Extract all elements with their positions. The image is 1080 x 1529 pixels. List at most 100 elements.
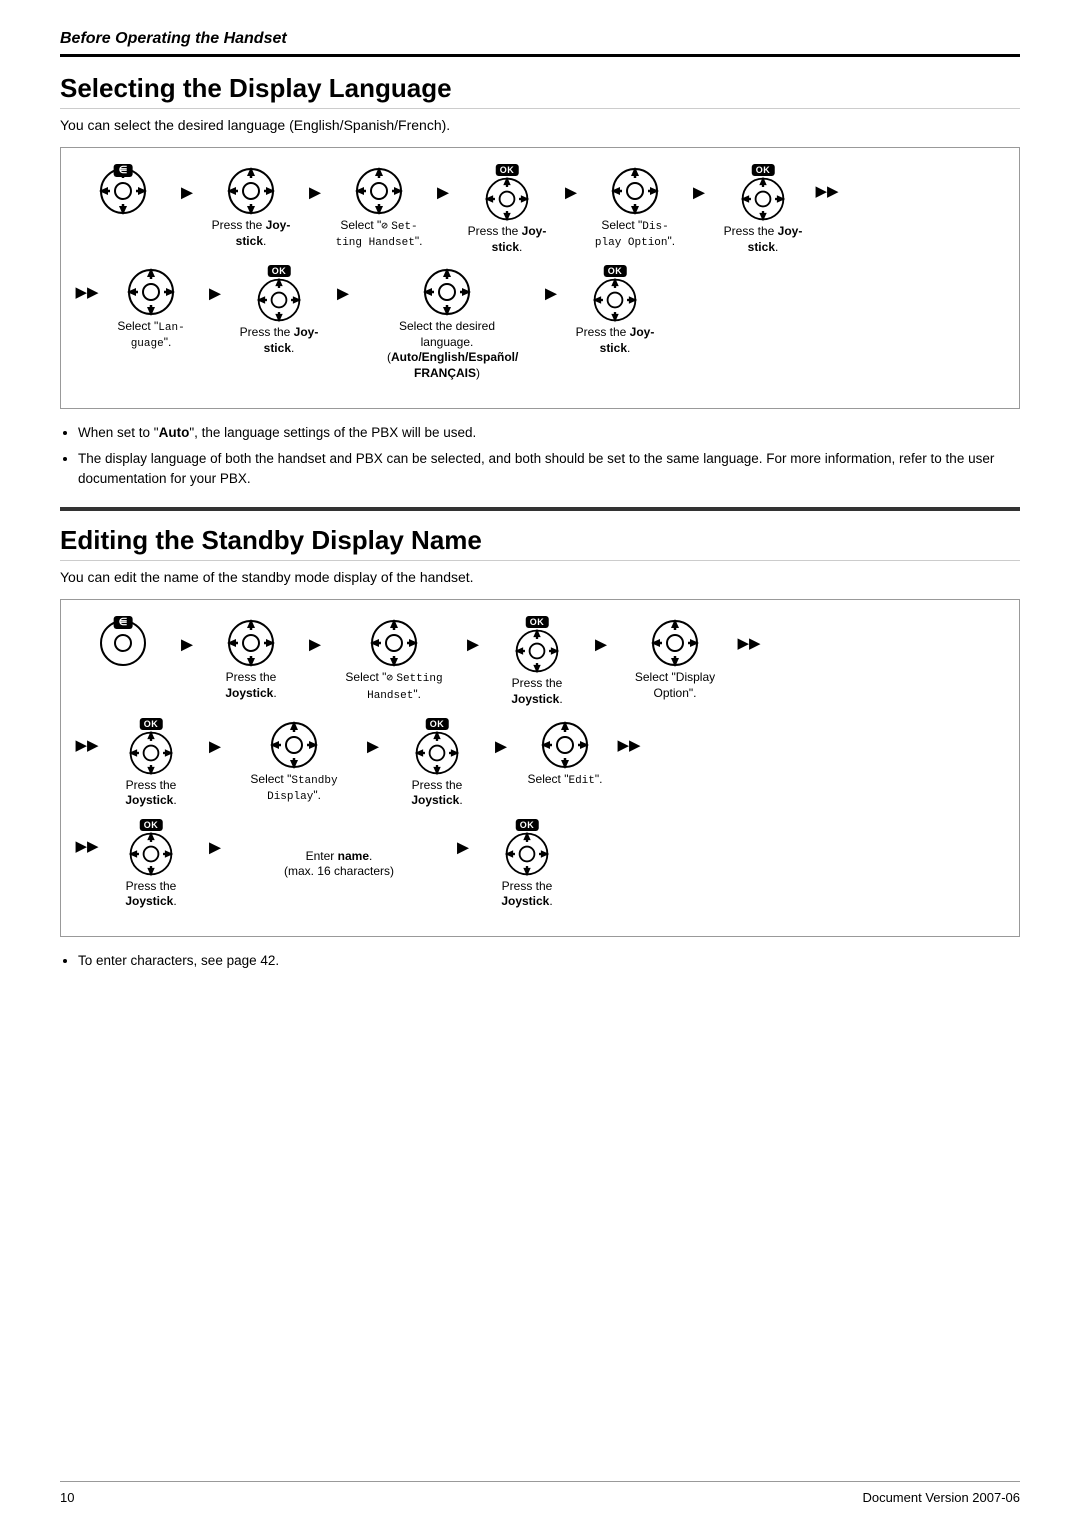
ok-joystick-icon: OK — [500, 819, 554, 879]
arrow: ► — [359, 718, 387, 759]
section1-bullets: When set to "Auto", the language setting… — [78, 423, 1020, 490]
menu-joystick-icon: ⋹ — [96, 616, 150, 676]
step-label: Press the Joystick. — [201, 670, 301, 701]
joystick-svg — [608, 164, 662, 218]
double-arrow-start: ▶▶ — [73, 265, 101, 301]
step-label: Select "Display Option". — [615, 670, 735, 701]
step-cell: OK Press the Joystick. — [477, 819, 577, 910]
ok-badge: OK — [526, 616, 549, 628]
step-cell: Press the Joystick. — [201, 616, 301, 701]
joystick-svg — [736, 174, 790, 224]
ok-joystick-icon: OK — [252, 265, 306, 325]
menu-joystick-icon: ⋹ — [96, 164, 150, 224]
joystick-svg — [588, 275, 642, 325]
double-arrow: ▶▶ — [615, 718, 643, 754]
step-cell: Select "⊘ Setting Handset". — [329, 616, 459, 703]
header-title: Before Operating the Handset — [60, 30, 1020, 48]
joystick-svg — [352, 164, 406, 218]
step-cell: OK Press the Joystick. — [487, 616, 587, 707]
arrow: ► — [301, 164, 329, 205]
step-cell: Select "Edit". — [515, 718, 615, 788]
page: Before Operating the Handset Selecting t… — [0, 0, 1080, 1529]
step-cell: OK Press the Joystick. — [101, 718, 201, 809]
bullet-item: To enter characters, see page 42. — [78, 951, 1020, 971]
double-arrow-start: ▶▶ — [73, 819, 101, 855]
joystick-svg — [252, 275, 306, 325]
page-number: 10 — [60, 1490, 74, 1505]
step-label: Press the Joystick. — [477, 879, 577, 910]
ok-badge: OK — [140, 819, 163, 831]
step-label: Select "Edit". — [528, 772, 603, 788]
arrow: ► — [557, 164, 585, 205]
ok-joystick-icon: OK — [124, 819, 178, 879]
section2-desc: You can edit the name of the standby mod… — [60, 569, 1020, 585]
step-cell: OK Press the Joystick. — [101, 819, 201, 910]
doc-version: Document Version 2007-06 — [862, 1490, 1020, 1505]
step-label: Press the Joystick. — [487, 676, 587, 707]
ok-joystick-icon: OK — [510, 616, 564, 676]
ok-badge: OK — [426, 718, 449, 730]
step-cell: Select "Dis-play Option". — [585, 164, 685, 251]
step-label: Press the Joy-stick. — [468, 224, 547, 255]
bullet-item: When set to "Auto", the language setting… — [78, 423, 1020, 443]
step-cell: Enter name.(max. 16 characters) — [229, 849, 449, 880]
arrow: ► — [459, 616, 487, 657]
arrow: ► — [429, 164, 457, 205]
step-label: Press the Joystick. — [387, 778, 487, 809]
joystick-svg — [267, 718, 321, 772]
step-cell: Select "⊘ Set-ting Handset". — [329, 164, 429, 251]
joystick-svg — [410, 728, 464, 778]
arrow: ► — [201, 819, 229, 860]
step-label: Press the Joy-stick. — [240, 325, 319, 356]
section2-row1: ⋹ ► — [73, 616, 1007, 707]
section2-row3: ▶▶ OK — [73, 819, 1007, 910]
step-cell: Select "Standby Display". — [229, 718, 359, 805]
ok-badge: OK — [752, 164, 775, 176]
step-label: Press the Joystick. — [101, 778, 201, 809]
step-label: Select "⊘ Setting Handset". — [334, 670, 454, 703]
step-cell: OK Press the Joy-stick. — [713, 164, 813, 255]
step-cell: OK Press the Joy-stick. — [457, 164, 557, 255]
joystick-svg — [420, 265, 474, 319]
step-label: Press the Joy-stick. — [576, 325, 655, 356]
joystick-svg — [367, 616, 421, 670]
section2-title: Editing the Standby Display Name — [60, 525, 1020, 561]
bullet-item: The display language of both the handset… — [78, 449, 1020, 490]
joystick-svg — [124, 265, 178, 319]
arrow: ► — [487, 718, 515, 759]
joystick-svg — [224, 616, 278, 670]
ok-joystick-icon: OK — [736, 164, 790, 224]
arrow: ► — [537, 265, 565, 306]
ok-badge: OK — [604, 265, 627, 277]
ok-joystick-icon: OK — [480, 164, 534, 224]
footer: 10 Document Version 2007-06 — [60, 1481, 1020, 1505]
arrow: ► — [173, 164, 201, 205]
step-cell: ⋹ — [73, 616, 173, 676]
double-arrow: ▶▶ — [813, 164, 841, 200]
arrow: ► — [201, 265, 229, 306]
menu-badge: ⋹ — [114, 616, 133, 629]
section1-row1: ⋹ ► — [73, 164, 1007, 255]
section1-row2: ▶▶ Select "Lan-guage". ► — [73, 265, 1007, 381]
step-label: Press the Joy-stick. — [724, 224, 803, 255]
step-label: Press the Joystick. — [101, 879, 201, 910]
joystick-svg — [124, 728, 178, 778]
arrow: ► — [201, 718, 229, 759]
step-label: Press the Joy-stick. — [212, 218, 291, 249]
step-cell: Select the desired language.(Auto/Englis… — [357, 265, 537, 381]
step-cell: OK Press the Joystick. — [387, 718, 487, 809]
ok-badge: OK — [140, 718, 163, 730]
arrow: ► — [329, 265, 357, 306]
step-label: Select the desired language.(Auto/Englis… — [387, 319, 507, 381]
section-divider — [60, 507, 1020, 511]
step-cell: Select "Lan-guage". — [101, 265, 201, 352]
joystick-svg — [480, 174, 534, 224]
arrow: ► — [173, 616, 201, 657]
joystick-svg — [124, 829, 178, 879]
double-arrow: ▶▶ — [735, 616, 763, 652]
section1-instruction-box: ⋹ ► — [60, 147, 1020, 409]
joystick-svg — [224, 164, 278, 218]
step-cell: OK Press the Joy-stick. — [229, 265, 329, 356]
section1-desc: You can select the desired language (Eng… — [60, 117, 1020, 133]
arrow: ► — [587, 616, 615, 657]
